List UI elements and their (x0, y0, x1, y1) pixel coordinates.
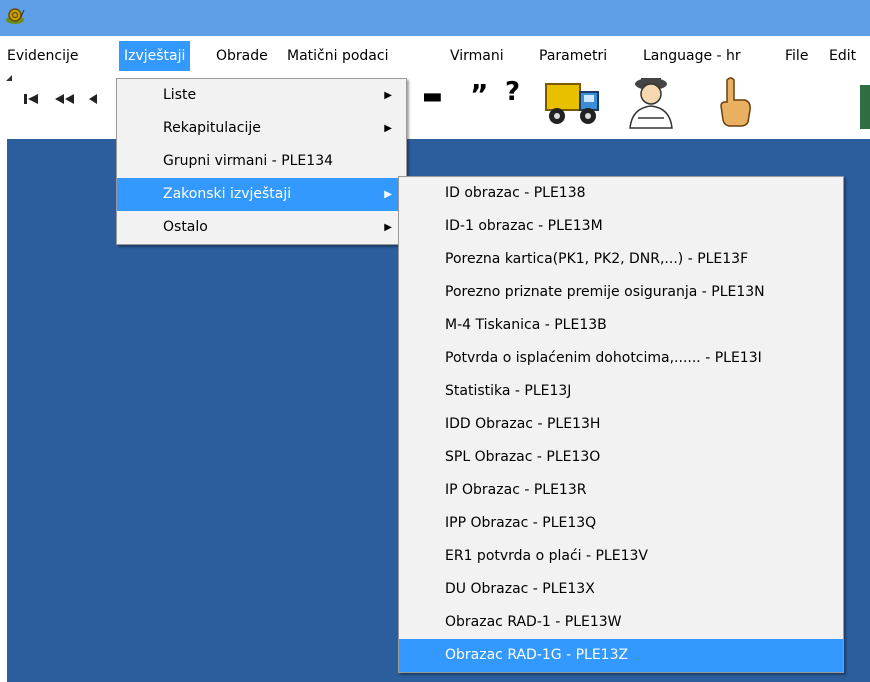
menu-item-ip-obrazac[interactable]: IP Obrazac - PLE13R (399, 474, 843, 507)
menu-item-ostalo[interactable]: Ostalo ▶ (117, 211, 406, 244)
first-record-icon[interactable] (24, 92, 40, 106)
menu-item-id1-obrazac[interactable]: ID-1 obrazac - PLE13M (399, 210, 843, 243)
menu-item-grupni-virmani[interactable]: Grupni virmani - PLE134 (117, 145, 406, 178)
menu-item-rad1g[interactable]: Obrazac RAD-1G - PLE13Z (399, 639, 843, 672)
pointing-hand-icon[interactable] (717, 76, 753, 128)
menu-item-ipp-obrazac[interactable]: IPP Obrazac - PLE13Q (399, 507, 843, 540)
menu-item-spl-obrazac[interactable]: SPL Obrazac - PLE13O (399, 441, 843, 474)
zakonski-izvjestaji-submenu: ID obrazac - PLE138 ID-1 obrazac - PLE13… (398, 176, 844, 673)
menu-item-rad1[interactable]: Obrazac RAD-1 - PLE13W (399, 606, 843, 639)
menu-file[interactable]: File (780, 41, 813, 71)
menu-item-porezna-kartica[interactable]: Porezna kartica(PK1, PK2, DNR,...) - PLE… (399, 243, 843, 276)
menu-item-statistika[interactable]: Statistika - PLE13J (399, 375, 843, 408)
menu-item-rekapitulacije[interactable]: Rekapitulacije ▶ (117, 112, 406, 145)
previous-page-icon[interactable] (54, 92, 76, 106)
menu-evidencije[interactable]: Evidencije (2, 41, 83, 71)
menu-item-label: Liste (163, 87, 197, 103)
title-bar (0, 0, 870, 36)
menu-obrade[interactable]: Obrade (211, 41, 273, 71)
submenu-arrow-icon: ▶ (384, 123, 392, 134)
submenu-arrow-icon: ▶ (384, 90, 392, 101)
izvjestaji-dropdown: Liste ▶ Rekapitulacije ▶ Grupni virmani … (116, 78, 407, 245)
menu-bar: Evidencije Izvještaji Obrade Matični pod… (0, 41, 870, 71)
menu-maticni-podaci[interactable]: Matični podaci (282, 41, 393, 71)
menu-item-liste[interactable]: Liste ▶ (117, 79, 406, 112)
menu-item-id-obrazac[interactable]: ID obrazac - PLE138 (399, 177, 843, 210)
toolbar-grip-icon (6, 75, 12, 81)
menu-item-potvrda-o-isplacenim[interactable]: Potvrda o isplaćenim dohotcima,...... - … (399, 342, 843, 375)
menu-virmani[interactable]: Virmani (445, 41, 509, 71)
menu-item-label: Ostalo (163, 219, 208, 235)
menu-item-label: Grupni virmani - PLE134 (163, 153, 334, 169)
delete-record-icon[interactable]: ▬ (422, 84, 443, 109)
snail-app-icon[interactable] (4, 5, 26, 27)
menu-item-m4-tiskanica[interactable]: M-4 Tiskanica - PLE13B (399, 309, 843, 342)
menu-item-er1-potvrda[interactable]: ER1 potvrda o plaći - PLE13V (399, 540, 843, 573)
menu-item-du-obrazac[interactable]: DU Obrazac - PLE13X (399, 573, 843, 606)
menu-item-zakonski-izvjestaji[interactable]: Zakonski izvještaji ▶ (117, 178, 406, 211)
menu-item-porezno-priznate-premije[interactable]: Porezno priznate premije osiguranja - PL… (399, 276, 843, 309)
worker-icon[interactable] (624, 74, 678, 130)
submenu-arrow-icon: ▶ (384, 222, 392, 233)
menu-item-label: Zakonski izvještaji (163, 186, 292, 202)
submenu-arrow-icon: ▶ (384, 189, 392, 200)
menu-language[interactable]: Language - hr (638, 41, 746, 71)
menu-parametri[interactable]: Parametri (534, 41, 612, 71)
calendar-icon[interactable] (860, 85, 870, 129)
menu-edit[interactable]: Edit (824, 41, 861, 71)
menu-item-label: Rekapitulacije (163, 120, 261, 136)
dump-truck-icon[interactable] (544, 76, 600, 128)
help-icon[interactable]: ? (505, 77, 520, 107)
menu-item-idd-obrazac[interactable]: IDD Obrazac - PLE13H (399, 408, 843, 441)
quote-icon[interactable]: ” (470, 81, 488, 109)
previous-record-icon[interactable] (88, 92, 98, 106)
menu-izvjestaji[interactable]: Izvještaji (119, 41, 191, 71)
